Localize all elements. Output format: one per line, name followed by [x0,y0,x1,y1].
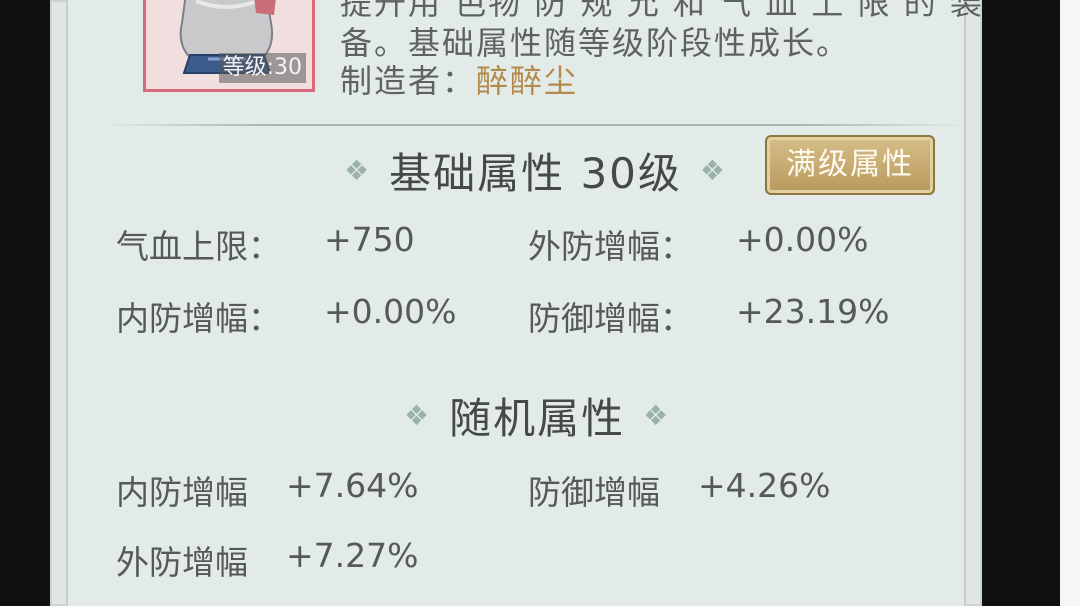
item-detail-panel: 等级:30 提升用 色物 防 规 允 和 气 血 上 限 的 装 备。基础属性随… [50,0,982,606]
base-stat-inner-def: 内防增幅： +0.00% [116,292,456,340]
base-stat-defense: 防御增幅： +23.19% [528,292,889,340]
base-stat-hp: 气血上限： +750 [116,220,415,268]
random-stat-defense: 防御增幅 +4.26% [528,466,830,514]
base-attributes-label: 基础属性 30级 [389,149,682,198]
diamond-ornament-icon: ❖ [404,399,432,432]
full-level-attributes-button[interactable]: 满级属性 [765,135,935,195]
random-stat-outer-def: 外防增幅 +7.27% [116,536,418,584]
screen-edge [1060,0,1080,606]
panel-inner: 等级:30 提升用 色物 防 规 允 和 气 血 上 限 的 装 备。基础属性随… [66,0,982,606]
random-stat-inner-def: 内防增幅 +7.64% [116,466,418,514]
diamond-ornament-icon: ❖ [643,399,671,432]
diamond-ornament-icon: ❖ [344,154,372,187]
random-attributes-label: 随机属性 [449,394,626,443]
base-attributes-title: ❖ 基础属性 30级 ❖ [344,140,727,201]
stat-label: 气血上限： [116,227,281,266]
stat-label: 外防增幅 [116,543,248,582]
stat-value: +7.27% [286,536,419,575]
maker-label: 制造者： [340,62,477,100]
stat-label: 内防增幅： [116,299,281,338]
item-icon-frame[interactable]: 等级:30 [143,0,315,92]
diamond-ornament-icon: ❖ [699,154,728,187]
stat-label: 防御增幅 [528,473,660,512]
stat-value: +7.64% [286,466,419,505]
stat-value: +0.00% [324,292,457,331]
stat-value: +750 [324,220,415,259]
stat-label: 防御增幅： [528,299,693,338]
stat-value: +0.00% [736,220,869,259]
maker-row: 制造者：醉醉尘 [340,56,578,102]
stat-label: 内防增幅 [116,473,248,512]
base-stat-outer-def: 外防增幅： +0.00% [528,220,868,268]
section-divider [98,124,970,126]
maker-name[interactable]: 醉醉尘 [476,62,578,100]
stat-value: +23.19% [736,292,890,331]
item-level-badge: 等级:30 [218,53,306,83]
stat-value: +4.26% [698,466,831,505]
random-attributes-title: ❖ 随机属性 ❖ [404,385,670,446]
stat-label: 外防增幅： [528,227,693,266]
